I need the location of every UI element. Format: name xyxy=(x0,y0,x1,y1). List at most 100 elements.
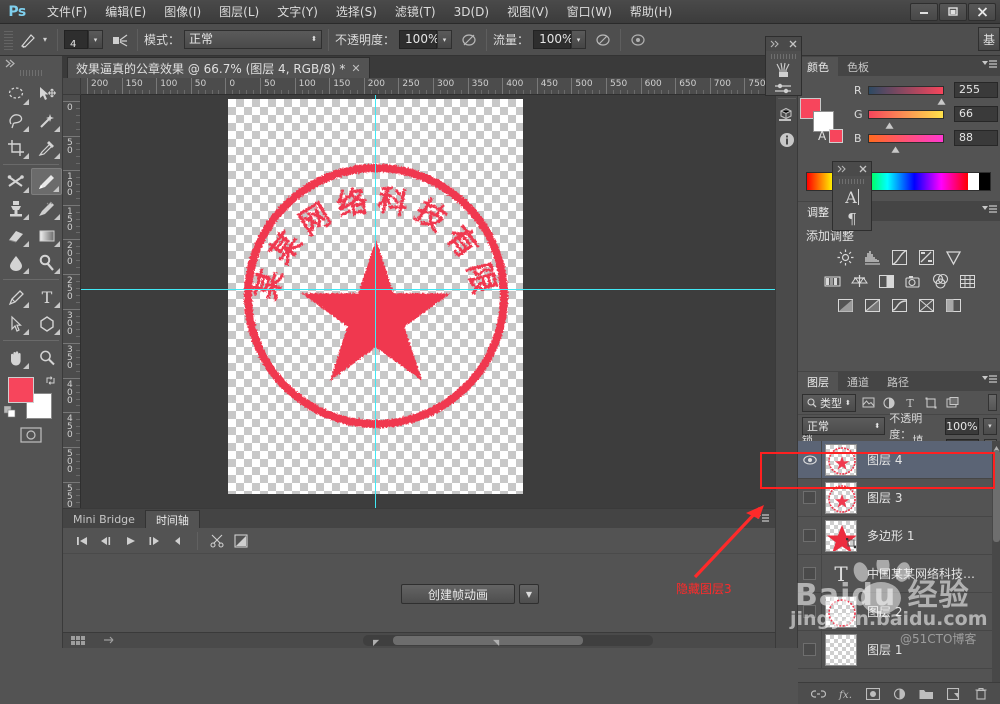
filter-type-icon[interactable]: T xyxy=(902,394,919,412)
link-icon[interactable] xyxy=(811,686,827,702)
black-white-icon[interactable] xyxy=(876,272,896,290)
layers-scrollbar-thumb[interactable] xyxy=(993,450,1000,542)
table-row[interactable]: 图层 4 xyxy=(798,441,1000,479)
blur-tool[interactable] xyxy=(0,249,31,276)
type-tool[interactable]: T xyxy=(31,283,62,310)
options-bar-grip[interactable] xyxy=(4,28,13,51)
tab-paths[interactable]: 路径 xyxy=(878,372,918,391)
close-button[interactable] xyxy=(968,3,996,21)
eraser-tool[interactable] xyxy=(0,222,31,249)
flow-field[interactable]: 100% xyxy=(533,30,573,49)
scroll-right-icon[interactable]: ◥ xyxy=(493,638,499,647)
table-row[interactable]: 多边形 1 xyxy=(798,516,1000,555)
create-frame-animation-button[interactable]: 创建帧动画 xyxy=(401,584,515,604)
crop-tool[interactable] xyxy=(0,134,31,161)
palette-grip[interactable] xyxy=(770,54,797,59)
curves-icon[interactable] xyxy=(890,248,910,266)
move-tool[interactable] xyxy=(31,80,62,107)
layer-thumbnail[interactable] xyxy=(825,633,857,666)
brush-size-stepper[interactable]: ▾ xyxy=(88,30,104,49)
posterize-icon[interactable] xyxy=(863,296,883,314)
magic-wand-tool[interactable] xyxy=(31,107,62,134)
green-slider[interactable] xyxy=(868,109,944,129)
delete-layer-icon[interactable] xyxy=(973,686,989,702)
layers-scrollbar[interactable] xyxy=(992,441,1000,689)
timeline-scrollbar[interactable] xyxy=(363,635,653,646)
timeline-scrollbar-thumb[interactable] xyxy=(393,636,583,645)
filter-smart-object-icon[interactable] xyxy=(944,394,961,412)
character-palette[interactable]: A ¶ xyxy=(832,161,872,231)
blend-mode-select[interactable]: 正常 ⬍ xyxy=(184,30,323,49)
layer-visibility-toggle[interactable] xyxy=(798,516,822,555)
close-icon[interactable] xyxy=(859,162,867,176)
dodge-tool[interactable] xyxy=(31,249,62,276)
opacity-field[interactable]: 100% xyxy=(399,30,439,49)
levels-icon[interactable] xyxy=(863,248,883,266)
maximize-button[interactable] xyxy=(939,3,967,21)
layer-visibility-toggle[interactable] xyxy=(798,441,822,479)
menu-filter[interactable]: 滤镜(T) xyxy=(386,0,445,23)
document-close-icon[interactable]: ✕ xyxy=(351,62,360,75)
pressure-opacity-icon[interactable] xyxy=(458,29,480,51)
tab-layers[interactable]: 图层 xyxy=(798,372,838,391)
flow-dropdown-icon[interactable]: ▾ xyxy=(571,30,587,49)
airbrush-toggle-icon[interactable] xyxy=(109,29,131,51)
toolbox-collapse-button[interactable] xyxy=(0,56,62,70)
shape-tool[interactable] xyxy=(31,310,62,337)
play-icon[interactable] xyxy=(119,530,141,552)
menu-edit[interactable]: 编辑(E) xyxy=(96,0,155,23)
brightness-contrast-icon[interactable] xyxy=(836,248,856,266)
opacity-dropdown-icon[interactable]: ▾ xyxy=(437,30,453,49)
convert-to-video-timeline-icon[interactable] xyxy=(103,634,117,648)
brush-size-field[interactable]: 4 xyxy=(64,30,89,50)
gradient-tool[interactable] xyxy=(31,222,62,249)
filter-pixel-icon[interactable] xyxy=(860,394,877,412)
eye-off-icon[interactable] xyxy=(803,605,816,618)
scroll-left-icon[interactable]: ◤ xyxy=(373,638,379,647)
blue-slider-knob[interactable] xyxy=(890,142,901,153)
collapse-icon[interactable] xyxy=(837,162,847,176)
invert-icon[interactable] xyxy=(836,296,856,314)
brush-tool[interactable] xyxy=(31,168,62,195)
green-slider-knob[interactable] xyxy=(884,118,895,129)
channel-mixer-icon[interactable] xyxy=(930,272,950,290)
green-value[interactable]: 66 xyxy=(954,106,998,122)
threshold-icon[interactable] xyxy=(890,296,910,314)
layer-opacity-value[interactable]: 100% xyxy=(944,417,979,435)
layer-name[interactable]: 多边形 1 xyxy=(867,527,914,544)
layer-thumbnail[interactable] xyxy=(825,443,857,476)
table-row[interactable]: 图层 1 xyxy=(798,630,1000,669)
color-lookup-icon[interactable] xyxy=(957,272,977,290)
hue-saturation-icon[interactable] xyxy=(822,272,842,290)
marquee-tool[interactable] xyxy=(0,80,31,107)
scroll-up-icon[interactable] xyxy=(993,441,1000,451)
gradient-map-icon[interactable] xyxy=(917,296,937,314)
character-palette-header[interactable] xyxy=(833,162,871,176)
menu-file[interactable]: 文件(F) xyxy=(38,0,96,23)
tab-mini-bridge[interactable]: Mini Bridge xyxy=(63,510,145,528)
path-selection-tool[interactable] xyxy=(0,310,31,337)
red-slider[interactable] xyxy=(868,85,947,105)
tab-swatches[interactable]: 色板 xyxy=(838,57,878,76)
group-icon[interactable] xyxy=(919,686,935,702)
zoom-tool[interactable] xyxy=(31,344,62,371)
layer-name[interactable]: 图层 4 xyxy=(867,451,902,468)
blue-value[interactable]: 88 xyxy=(954,130,998,146)
layer-visibility-toggle[interactable] xyxy=(798,592,822,631)
foreground-color-swatch[interactable] xyxy=(8,377,34,403)
transition-icon[interactable] xyxy=(230,530,252,552)
lasso-tool[interactable] xyxy=(0,107,31,134)
filter-adjustment-icon[interactable] xyxy=(881,394,898,412)
spectrum-black-swatch[interactable] xyxy=(979,173,990,190)
blue-slider[interactable] xyxy=(868,133,944,153)
eye-off-icon[interactable] xyxy=(803,491,816,504)
menu-image[interactable]: 图像(I) xyxy=(155,0,210,23)
workspace-switcher-button[interactable]: 基 xyxy=(978,27,1000,51)
layer-filter-toggle[interactable] xyxy=(988,394,997,411)
menu-type[interactable]: 文字(Y) xyxy=(268,0,327,23)
selective-color-icon[interactable] xyxy=(944,296,964,314)
red-slider-knob[interactable] xyxy=(936,94,947,105)
tablet-pressure-icon[interactable] xyxy=(627,29,649,51)
canvas-viewport[interactable]: 中国某某网络科技有限公司 xyxy=(81,95,775,508)
next-frame-icon[interactable] xyxy=(143,530,165,552)
